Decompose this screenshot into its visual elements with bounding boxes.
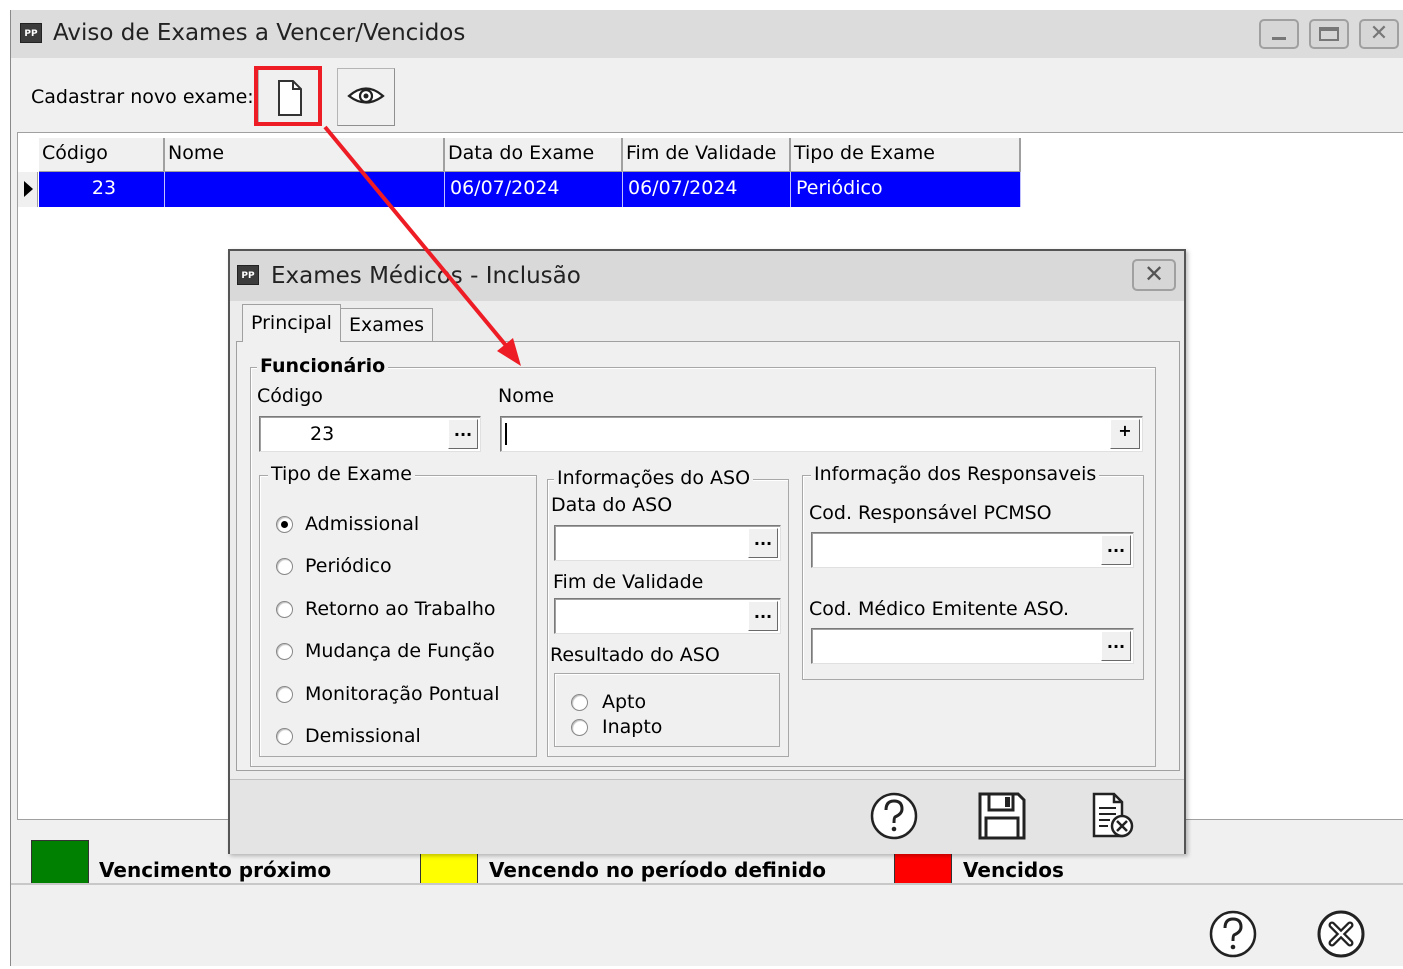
radio-label: Mudança de Função	[305, 640, 495, 662]
save-icon	[978, 792, 1026, 840]
footer-separator	[11, 883, 1403, 885]
radio-label: Retorno ao Trabalho	[305, 598, 496, 620]
radio-label: Demissional	[305, 725, 421, 747]
new-exam-label: Cadastrar novo exame:	[31, 86, 254, 108]
radio-icon	[276, 643, 293, 660]
eye-icon	[347, 87, 385, 104]
column-header-fim-validade[interactable]: Fim de Validade	[623, 138, 791, 172]
radio-selected-icon	[276, 516, 293, 533]
app-icon: PP	[237, 265, 259, 285]
radio-label: Apto	[602, 691, 647, 713]
tab-exames[interactable]: Exames	[340, 308, 433, 342]
close-circle-icon	[1317, 910, 1365, 958]
maximize-icon	[1319, 27, 1339, 41]
dialog-title: Exames Médicos - Inclusão	[271, 263, 581, 289]
close-icon: ✕	[1369, 21, 1389, 46]
column-header-tipo-exame[interactable]: Tipo de Exame	[791, 138, 1021, 172]
responsaveis-caption: Informação dos Responsaveis	[811, 463, 1100, 485]
dialog-help-button[interactable]	[864, 786, 924, 846]
cell-tipo-exame[interactable]: Periódico	[791, 172, 1021, 207]
codigo-field[interactable]: 23 ...	[259, 416, 481, 452]
radio-icon	[571, 719, 588, 736]
save-button[interactable]	[972, 786, 1032, 846]
nome-add-button[interactable]: +	[1110, 419, 1140, 449]
resultado-aso-label: Resultado do ASO	[550, 644, 720, 666]
radio-icon	[571, 694, 588, 711]
codigo-label: Código	[257, 385, 323, 407]
help-button[interactable]	[1203, 904, 1263, 964]
help-icon	[1209, 910, 1257, 958]
cancel-button[interactable]	[1082, 786, 1142, 846]
funcionario-caption: Funcionário	[257, 355, 389, 377]
column-header-data-exame[interactable]: Data do Exame	[445, 138, 623, 172]
medico-field[interactable]: ...	[811, 628, 1134, 664]
fim-validade-field[interactable]: ...	[554, 598, 781, 634]
fim-validade-picker-button[interactable]: ...	[748, 601, 778, 631]
pcmso-label: Cod. Responsável PCMSO	[809, 502, 1052, 524]
radio-label: Monitoração Pontual	[305, 683, 500, 705]
radio-icon	[276, 558, 293, 575]
text-caret	[505, 423, 507, 445]
aso-caption: Informações do ASO	[554, 467, 754, 489]
main-titlebar: PP Aviso de Exames a Vencer/Vencidos ✕	[11, 10, 1403, 58]
cancel-document-icon	[1092, 792, 1134, 838]
cell-fim-validade[interactable]: 06/07/2024	[623, 172, 791, 207]
pcmso-lookup-button[interactable]: ...	[1101, 535, 1131, 565]
legend-label-vencidos: Vencidos	[963, 858, 1064, 882]
row-indicator-icon	[18, 172, 38, 207]
column-header-codigo[interactable]: Código	[39, 138, 165, 172]
medico-label: Cod. Médico Emitente ASO.	[809, 598, 1069, 620]
radio-label: Inapto	[602, 716, 663, 738]
fim-validade-label: Fim de Validade	[553, 571, 704, 593]
legend-swatch-green	[31, 840, 89, 884]
tab-panel-principal: Funcionário Código 23 ... Nome + Tipo de…	[236, 341, 1180, 771]
radio-icon	[276, 601, 293, 618]
radio-icon	[276, 686, 293, 703]
codigo-value: 23	[310, 423, 335, 445]
minimize-button[interactable]	[1259, 19, 1299, 49]
data-aso-picker-button[interactable]: ...	[748, 528, 778, 558]
pcmso-field[interactable]: ...	[811, 532, 1134, 568]
dialog-footer	[230, 779, 1184, 854]
close-icon: ✕	[1143, 260, 1165, 288]
window-title: Aviso de Exames a Vencer/Vencidos	[53, 20, 466, 46]
resultado-aso-group: Apto Inapto	[554, 673, 780, 747]
maximize-button[interactable]	[1309, 19, 1349, 49]
exam-dialog: PP Exames Médicos - Inclusão ✕ Principal…	[228, 249, 1186, 854]
new-exam-highlight	[254, 66, 322, 126]
help-icon	[870, 792, 918, 840]
radio-label: Admissional	[305, 513, 420, 535]
minimize-icon	[1272, 37, 1286, 40]
cell-data-exame[interactable]: 06/07/2024	[445, 172, 623, 207]
dialog-close-button[interactable]: ✕	[1132, 259, 1176, 291]
nome-label: Nome	[498, 385, 555, 407]
codigo-lookup-button[interactable]: ...	[448, 419, 478, 449]
legend-label-periodo: Vencendo no período definido	[489, 858, 827, 882]
app-icon: PP	[20, 23, 42, 43]
close-button[interactable]: ✕	[1359, 19, 1399, 49]
data-aso-field[interactable]: ...	[554, 525, 781, 561]
legend-label-proximo: Vencimento próximo	[99, 858, 332, 882]
column-header-nome[interactable]: Nome	[165, 138, 445, 172]
nome-field[interactable]: +	[500, 416, 1143, 452]
radio-label: Periódico	[305, 555, 392, 577]
data-aso-label: Data do ASO	[551, 494, 673, 516]
cell-codigo[interactable]: 23	[39, 172, 165, 207]
tipo-exame-caption: Tipo de Exame	[268, 463, 415, 485]
radio-icon	[276, 728, 293, 745]
close-window-button[interactable]	[1311, 904, 1371, 964]
tab-principal[interactable]: Principal	[242, 304, 341, 342]
view-button[interactable]	[337, 68, 395, 126]
cell-nome[interactable]	[165, 172, 445, 207]
medico-lookup-button[interactable]: ...	[1101, 631, 1131, 661]
dialog-titlebar: PP Exames Médicos - Inclusão ✕	[230, 251, 1184, 301]
tipo-exame-group: Tipo de Exame Admissional Periódico Reto…	[259, 463, 537, 757]
